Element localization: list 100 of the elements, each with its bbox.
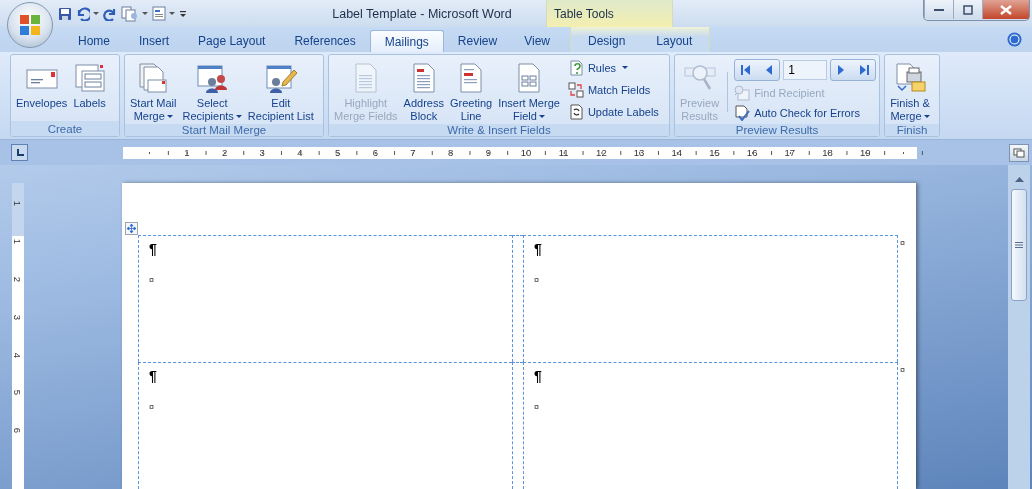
ribbon-button[interactable]: Update Labels (567, 102, 662, 122)
caret-icon (169, 11, 175, 16)
group-label: Preview Results (675, 124, 880, 136)
close-button[interactable] (982, 0, 1029, 19)
record-field[interactable]: 1 (783, 60, 828, 80)
ribbon-tab[interactable]: Design (572, 30, 641, 52)
tab-selector[interactable] (11, 144, 28, 161)
ruler-number: 2 (220, 147, 229, 158)
caret-icon (142, 11, 148, 16)
paragraph-mark: ¶ (149, 368, 158, 384)
ribbon-tab[interactable]: Mailings (369, 30, 444, 52)
ruler-number: 11 (557, 147, 570, 158)
caret-icon (538, 115, 545, 120)
redo-icon (103, 6, 117, 21)
ruler-number: 6 (15, 427, 21, 436)
table-move-handle[interactable] (125, 222, 138, 235)
labels-icon (73, 62, 106, 94)
ruler-number: 3 (258, 147, 266, 158)
ruler-number: 2 (15, 275, 21, 285)
paragraph-mark: ¶ (149, 241, 158, 257)
paragraph-mark: ¶ (534, 241, 543, 257)
end-of-row-mark: ¤ (900, 365, 905, 377)
ribbon-button[interactable]: Rules (567, 58, 662, 78)
dropdown-icon (179, 9, 187, 18)
ruler-number: 13 (632, 147, 646, 158)
ribbon-tab[interactable]: Insert (126, 30, 183, 52)
grip-icon (1015, 242, 1023, 248)
window-title: Label Template - Microsoft Word (331, 5, 513, 23)
help-icon[interactable] (1007, 32, 1022, 47)
end-of-row-mark: ¤ (900, 238, 905, 250)
ruler-number: 1 (183, 147, 191, 158)
layout-button[interactable] (152, 4, 175, 23)
ribbon-button[interactable]: Labels (71, 58, 108, 111)
ribbon-button[interactable]: Insert Merge Field (496, 58, 562, 124)
ribbon-tab[interactable]: Review (444, 30, 511, 52)
ribbon-button[interactable]: Auto Check for Errors (734, 103, 877, 123)
minimize-button[interactable] (924, 0, 953, 19)
end-of-cell-mark: ¤ (149, 402, 155, 412)
find-person-icon (734, 85, 751, 101)
documents-icon (121, 5, 139, 22)
ruler-number: 17 (783, 147, 797, 158)
ribbon-tab[interactable]: Home (63, 30, 125, 52)
last-record-icon (859, 64, 870, 76)
view-ruler-button[interactable] (1009, 143, 1029, 162)
ribbon-button[interactable]: Address Block (401, 58, 446, 124)
close-icon (1000, 4, 1012, 15)
ribbon-tab[interactable]: References (281, 30, 369, 52)
restore-icon (963, 4, 973, 15)
group-label: Start Mail Merge (125, 124, 323, 136)
ruler-number: 18 (821, 147, 834, 158)
ribbon-button[interactable]: Edit Recipient List (245, 58, 316, 124)
group-label: Write & Insert Fields (329, 124, 669, 136)
ruler-number: 14 (670, 147, 684, 158)
ruler-number: 16 (745, 147, 759, 158)
save-icon (58, 6, 72, 21)
up-arrow-icon (1014, 176, 1024, 182)
documents-icon (137, 62, 170, 94)
ruler-number: 7 (409, 147, 417, 158)
ruler-number: 1 (15, 200, 21, 209)
ribbon-tab[interactable]: Layout (641, 30, 708, 52)
ruler-number: 8 (447, 147, 455, 158)
caret-icon (235, 115, 242, 120)
group-label: Create (11, 121, 119, 136)
refresh-document-icon (567, 104, 584, 120)
match-fields-icon (567, 82, 584, 98)
scroll-thumb[interactable] (1011, 189, 1027, 301)
print-preview-button[interactable] (121, 4, 148, 23)
contextual-tab-header: Table Tools (546, 0, 673, 27)
ruler-number: 19 (858, 147, 872, 158)
ruler-number: 5 (333, 147, 342, 158)
ribbon-button[interactable]: Select Recipients (180, 58, 244, 124)
ribbon-button[interactable]: Start Mail Merge (128, 58, 179, 124)
undo-icon (76, 6, 90, 21)
ruler-number: 4 (296, 147, 304, 158)
document-icon (152, 6, 166, 21)
ribbon-tab[interactable]: Page Layout (183, 30, 281, 52)
end-of-cell-mark: ¤ (534, 402, 540, 412)
first-record-icon (741, 64, 752, 76)
ribbon-button[interactable]: Greeting Line (447, 58, 495, 124)
end-of-cell-mark: ¤ (534, 275, 540, 285)
ruler-number: 3 (15, 313, 21, 322)
printer-envelope-icon (894, 62, 926, 94)
ribbon-button[interactable]: Match Fields (567, 80, 662, 100)
left-tab-icon (15, 148, 24, 157)
list-pencil-icon (264, 62, 297, 94)
ribbon-button[interactable]: Envelopes (14, 58, 70, 111)
office-logo-icon (18, 13, 42, 37)
paragraph-mark: ¶ (534, 368, 543, 384)
ruler-number: 6 (371, 147, 379, 158)
ruler-number: 4 (15, 351, 21, 360)
ruler-number: 9 (484, 147, 492, 158)
maximize-button[interactable] (953, 0, 982, 19)
recipients-icon (196, 62, 229, 94)
caret-icon (166, 115, 173, 120)
caret-icon (93, 11, 99, 16)
undo-button[interactable] (76, 4, 99, 23)
ribbon-tab[interactable]: View (511, 30, 563, 52)
ribbon-button[interactable]: Finish & Merge (888, 58, 932, 124)
end-of-cell-mark: ¤ (149, 275, 155, 285)
caret-icon (622, 66, 628, 70)
